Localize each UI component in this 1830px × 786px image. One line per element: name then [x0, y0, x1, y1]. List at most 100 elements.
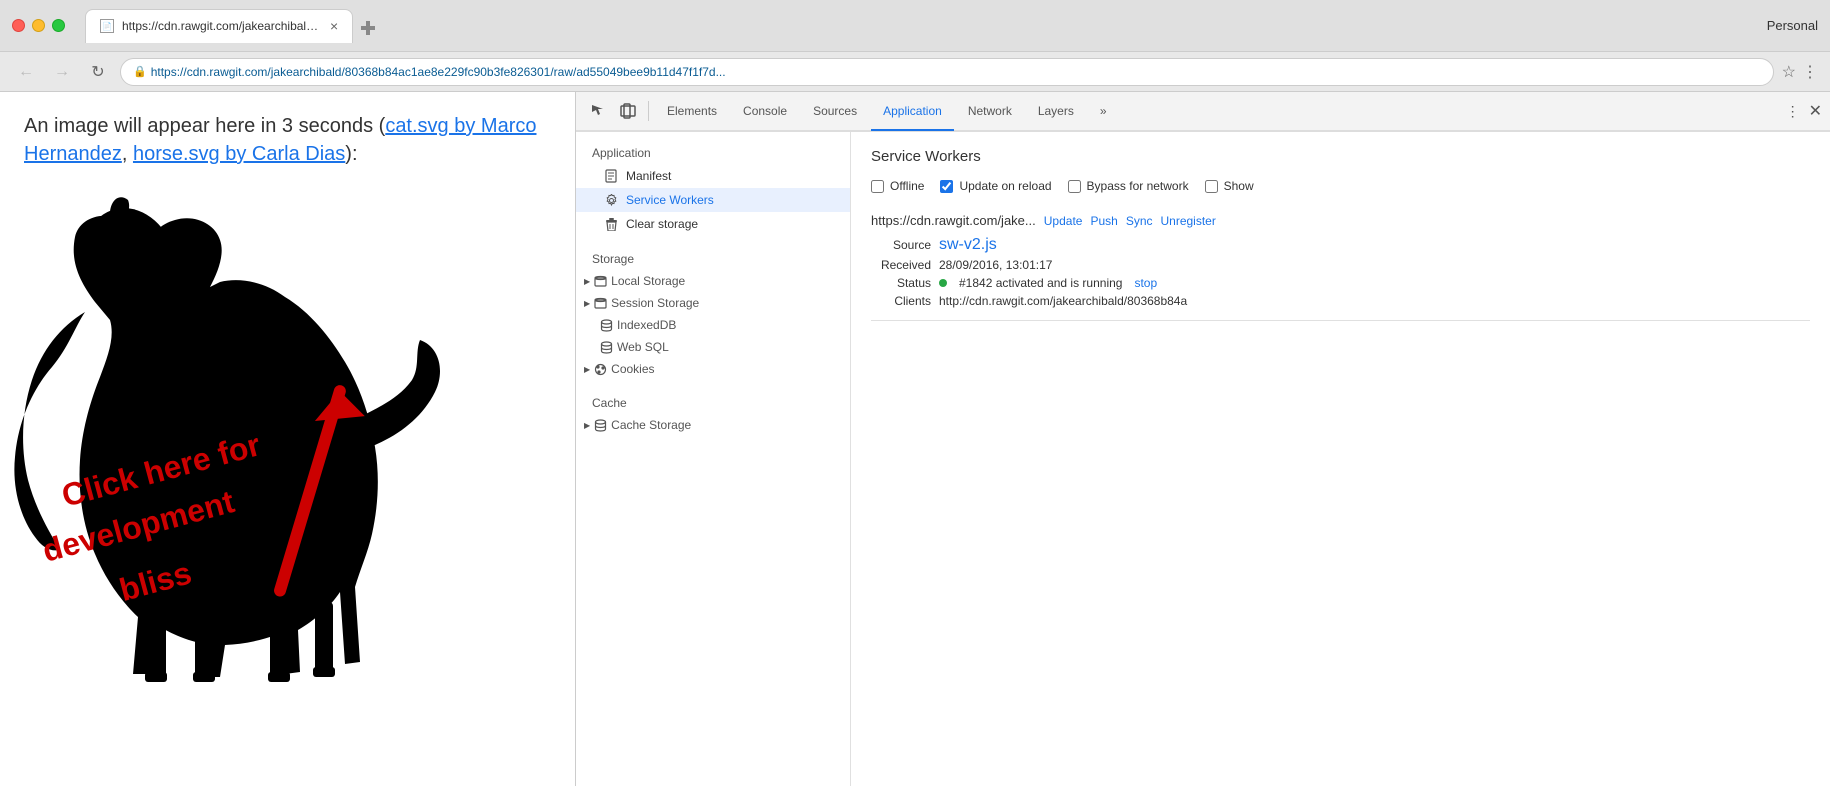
- offline-checkbox[interactable]: [871, 180, 884, 193]
- sidebar-item-indexeddb[interactable]: IndexedDB: [576, 314, 850, 336]
- clients-row: Clients http://cdn.rawgit.com/jakearchib…: [871, 294, 1810, 308]
- horse-svg-link[interactable]: horse.svg by Carla Dias: [133, 143, 345, 165]
- devtools-sidebar: Application Manifest Service Workers: [576, 132, 851, 786]
- received-value: 28/09/2016, 13:01:17: [939, 258, 1052, 272]
- received-label: Received: [871, 258, 931, 272]
- source-file-link[interactable]: sw-v2.js: [939, 236, 997, 254]
- trash-icon: [604, 217, 618, 231]
- tab-application[interactable]: Application: [871, 93, 954, 131]
- sidebar-clear-storage-label: Clear storage: [626, 217, 698, 231]
- received-row: Received 28/09/2016, 13:01:17: [871, 258, 1810, 272]
- source-label: Source: [871, 238, 931, 252]
- tab-more[interactable]: »: [1088, 93, 1119, 131]
- sidebar-cache-storage-label: Cache Storage: [611, 418, 691, 432]
- refresh-button[interactable]: ↻: [84, 58, 112, 86]
- bookmark-icon[interactable]: ☆: [1782, 62, 1796, 82]
- minimize-button[interactable]: [32, 19, 45, 32]
- update-on-reload-label: Update on reload: [959, 179, 1051, 193]
- page-suffix: ):: [345, 143, 357, 165]
- update-on-reload-checkbox-item[interactable]: Update on reload: [940, 179, 1051, 193]
- settings-button[interactable]: ⋮: [1779, 97, 1807, 125]
- sidebar-item-session-storage[interactable]: ▶ Session Storage: [576, 292, 850, 314]
- worker-update-link[interactable]: Update: [1044, 214, 1083, 228]
- close-button[interactable]: [12, 19, 25, 32]
- page-icon: 📄: [102, 22, 112, 31]
- show-checkbox[interactable]: [1205, 180, 1218, 193]
- sidebar-section-storage: Storage: [576, 246, 850, 270]
- page-content: An image will appear here in 3 seconds (…: [0, 92, 575, 786]
- bypass-checkbox-item[interactable]: Bypass for network: [1068, 179, 1189, 193]
- worker-url-prefix: https://cdn.rawgit.com/jake...: [871, 213, 1036, 228]
- sidebar-item-service-workers[interactable]: Service Workers: [576, 188, 850, 212]
- page-text: An image will appear here in 3 seconds (…: [24, 112, 551, 168]
- device-toolbar-button[interactable]: [614, 97, 642, 125]
- tab-sources[interactable]: Sources: [801, 93, 869, 131]
- tab-bar: 📄 https://cdn.rawgit.com/jakearchibald..…: [85, 9, 1759, 43]
- status-row: Status #1842 activated and is running st…: [871, 276, 1810, 290]
- sidebar-local-storage-label: Local Storage: [611, 274, 685, 288]
- tab-layers[interactable]: Layers: [1026, 93, 1086, 131]
- status-indicator: [939, 279, 947, 287]
- menu-icon[interactable]: ⋮: [1802, 62, 1818, 82]
- content-area: An image will appear here in 3 seconds (…: [0, 92, 1830, 786]
- maximize-button[interactable]: [52, 19, 65, 32]
- url-text: https://cdn.rawgit.com/jakearchibald/803…: [151, 65, 726, 79]
- toolbar-separator: [648, 101, 649, 121]
- show-label: Show: [1224, 179, 1254, 193]
- clients-url: http://cdn.rawgit.com/jakearchibald/8036…: [939, 294, 1187, 308]
- sidebar-item-local-storage[interactable]: ▶ Local Storage: [576, 270, 850, 292]
- clients-label: Clients: [871, 294, 931, 308]
- title-bar: 📄 https://cdn.rawgit.com/jakearchibald..…: [0, 0, 1830, 52]
- devtools-main-panel: Service Workers Offline Update on reload: [851, 132, 1830, 786]
- tab-close-button[interactable]: ×: [330, 18, 338, 34]
- sidebar-cookies-label: Cookies: [611, 362, 654, 376]
- manifest-icon: [604, 169, 618, 183]
- sidebar-web-sql-label: Web SQL: [617, 340, 669, 354]
- sidebar-item-cookies[interactable]: ▶ Cookies: [576, 358, 850, 380]
- inspect-element-button[interactable]: [584, 97, 612, 125]
- status-text: #1842 activated and is running: [959, 276, 1122, 290]
- secure-lock-icon: 🔒: [133, 65, 147, 78]
- page-separator: ,: [122, 143, 133, 165]
- options-row: Offline Update on reload Bypass for netw…: [871, 179, 1810, 193]
- update-on-reload-checkbox[interactable]: [940, 180, 953, 193]
- devtools-body: Application Manifest Service Workers: [576, 132, 1830, 786]
- worker-sync-link[interactable]: Sync: [1126, 214, 1153, 228]
- offline-label: Offline: [890, 179, 924, 193]
- tab-network[interactable]: Network: [956, 93, 1024, 131]
- expand-icon: ▶: [584, 365, 590, 374]
- traffic-lights: [12, 19, 65, 32]
- address-bar: ← → ↻ 🔒 https://cdn.rawgit.com/jakearchi…: [0, 52, 1830, 92]
- sidebar-item-manifest[interactable]: Manifest: [576, 164, 850, 188]
- worker-push-link[interactable]: Push: [1090, 214, 1117, 228]
- bypass-checkbox[interactable]: [1068, 180, 1081, 193]
- devtools-panel: Elements Console Sources Application Net…: [575, 92, 1830, 786]
- sidebar-service-workers-label: Service Workers: [626, 193, 714, 207]
- stop-link[interactable]: stop: [1134, 276, 1157, 290]
- sidebar-item-cache-storage[interactable]: ▶ Cache Storage: [576, 414, 850, 436]
- worker-entry: https://cdn.rawgit.com/jake... Update Pu…: [871, 213, 1810, 321]
- address-actions: ☆ ⋮: [1782, 62, 1818, 82]
- back-button[interactable]: ←: [12, 58, 40, 86]
- page-text-prefix: An image will appear here in 3 seconds (: [24, 115, 385, 137]
- new-tab-button[interactable]: [353, 13, 383, 43]
- forward-button[interactable]: →: [48, 58, 76, 86]
- sidebar-item-web-sql[interactable]: Web SQL: [576, 336, 850, 358]
- horse-image: [0, 182, 575, 742]
- panel-title: Service Workers: [871, 148, 1810, 165]
- devtools-toolbar: Elements Console Sources Application Net…: [576, 92, 1830, 132]
- tab-console[interactable]: Console: [731, 93, 799, 131]
- devtools-close-button[interactable]: ✕: [1809, 101, 1822, 121]
- worker-url-row: https://cdn.rawgit.com/jake... Update Pu…: [871, 213, 1810, 228]
- tab-title: https://cdn.rawgit.com/jakearchibald...: [122, 19, 322, 33]
- worker-unregister-link[interactable]: Unregister: [1161, 214, 1216, 228]
- address-input[interactable]: 🔒 https://cdn.rawgit.com/jakearchibald/8…: [120, 58, 1774, 86]
- browser-window: 📄 https://cdn.rawgit.com/jakearchibald..…: [0, 0, 1830, 786]
- show-checkbox-item[interactable]: Show: [1205, 179, 1254, 193]
- sidebar-item-clear-storage[interactable]: Clear storage: [576, 212, 850, 236]
- bypass-label: Bypass for network: [1087, 179, 1189, 193]
- profile-label: Personal: [1767, 18, 1818, 33]
- tab-elements[interactable]: Elements: [655, 93, 729, 131]
- offline-checkbox-item[interactable]: Offline: [871, 179, 924, 193]
- active-tab[interactable]: 📄 https://cdn.rawgit.com/jakearchibald..…: [85, 9, 353, 43]
